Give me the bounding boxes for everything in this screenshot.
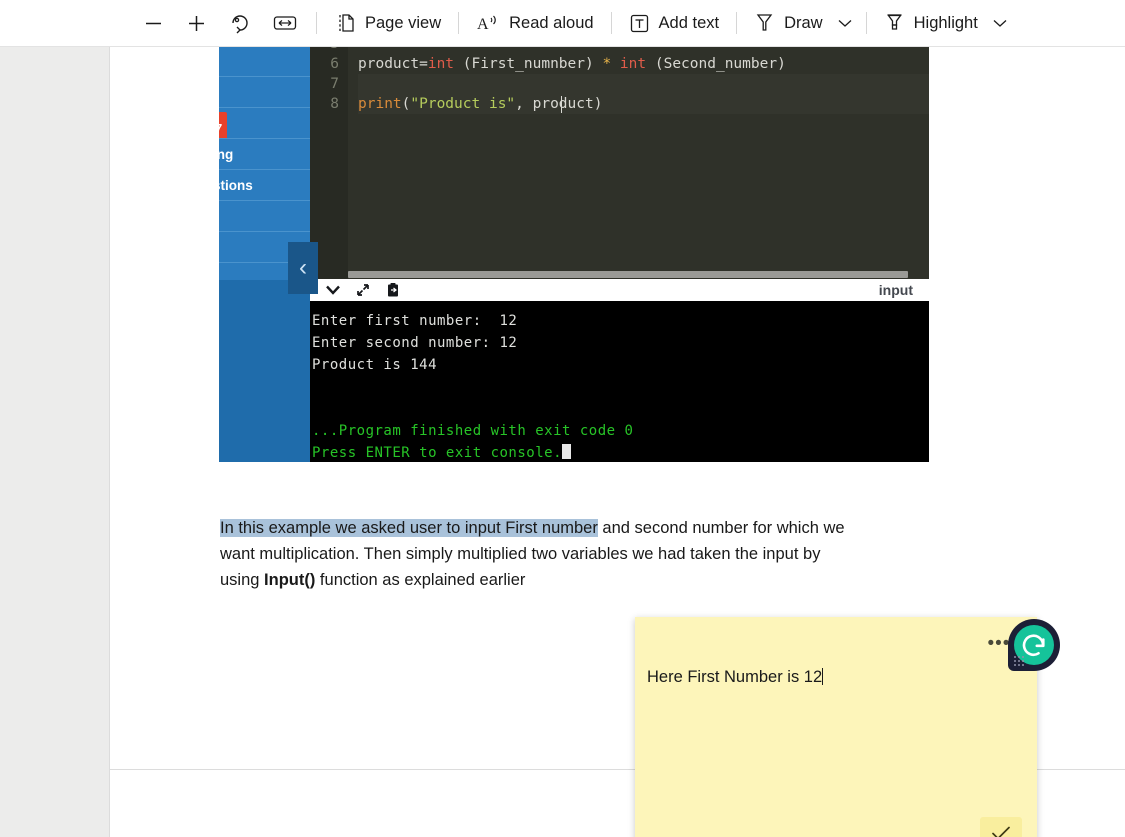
line-number: 5 [310, 47, 348, 54]
sidebar-row [219, 201, 310, 232]
note-text-value: Here First Number is 12 [647, 668, 822, 686]
sidebar-row: stions [219, 170, 310, 201]
sidebar-row: ing [219, 139, 310, 170]
console-input-label: input [879, 282, 921, 298]
console-line [312, 376, 927, 398]
code-line [358, 47, 929, 54]
expand-icon[interactable] [348, 282, 378, 298]
code-token: product= [358, 56, 428, 72]
highlight-button[interactable]: Highlight [875, 5, 987, 41]
code-line [358, 74, 929, 94]
console-line: Press ENTER to exit console. [312, 442, 927, 462]
console-line: Enter first number: 12 [312, 310, 927, 332]
note-confirm-button[interactable] [980, 817, 1022, 837]
read-aloud-label: Read aloud [509, 14, 593, 33]
sticky-note-comment[interactable]: ••• ✕ Here First Number is 12 [635, 617, 1037, 837]
paragraph-bold-term: Input() [264, 571, 315, 589]
grammarly-badge-button[interactable] [1008, 619, 1060, 671]
chevron-down-icon[interactable] [318, 284, 348, 296]
highlighted-text[interactable]: In this example we asked user to input F… [220, 519, 598, 537]
add-text-button[interactable]: Add text [620, 5, 729, 41]
sidebar-badge: 7 [219, 112, 227, 139]
highlight-label: Highlight [914, 14, 978, 33]
zoom-out-button[interactable] [132, 5, 175, 41]
draw-dropdown-caret[interactable] [832, 5, 858, 41]
zoom-in-button[interactable] [175, 5, 218, 41]
toolbar-divider [736, 12, 737, 34]
line-number: 6 [310, 54, 348, 74]
code-line: product=int (First_numnber) * int (Secon… [358, 54, 929, 74]
grammarly-drag-handle-icon[interactable] [1013, 655, 1024, 666]
sidebar-row [219, 77, 310, 108]
sidebar-row-label: ing [219, 147, 233, 162]
code-token: , product) [515, 96, 602, 112]
console-line: Product is 144 [312, 354, 927, 376]
sidebar-collapse-button[interactable]: ‹ [288, 242, 318, 294]
console-cursor [562, 444, 571, 459]
draw-pen-icon [754, 12, 775, 34]
code-editor[interactable]: 3 4 5 6 7 8 First_numnber=input("Enter f… [310, 47, 929, 279]
highlighter-icon [884, 12, 905, 34]
console-line: Enter second number: 12 [312, 332, 927, 354]
code-token: * [602, 56, 611, 72]
page-view-label: Page view [365, 14, 441, 33]
paragraph-line2: want multiplication. Then simply multipl… [220, 545, 798, 563]
paste-icon[interactable] [378, 282, 408, 298]
add-text-icon [629, 13, 650, 34]
editor-text-caret [561, 96, 562, 113]
page-view-icon [334, 12, 356, 34]
chevron-left-icon: ‹ [299, 254, 307, 282]
fit-to-width-button[interactable] [262, 5, 308, 41]
draw-label: Draw [784, 14, 823, 33]
code-token: (First_numnber) [454, 56, 602, 72]
code-token: "Product is" [410, 96, 515, 112]
svg-text:A: A [477, 16, 489, 33]
note-more-options-button[interactable]: ••• [987, 639, 1010, 649]
output-console[interactable]: input Enter first number: 12Enter second… [310, 279, 929, 462]
line-number: 7 [310, 74, 348, 94]
paragraph-line3-post: function as explained earlier [315, 571, 525, 589]
sidebar-row-label: stions [219, 178, 253, 193]
document-viewport[interactable]: ag. share. 7 ing stions ‹ [0, 47, 1125, 837]
toolbar-divider [611, 12, 612, 34]
read-aloud-button[interactable]: A Read aloud [467, 5, 602, 41]
paragraph-rest-line1: and second number for which we [598, 519, 845, 537]
code-token [611, 56, 620, 72]
console-toolbar: input [310, 279, 929, 301]
console-output-text: Enter first number: 12Enter second numbe… [310, 301, 929, 462]
code-token: int [620, 56, 646, 72]
toolbar-divider [866, 12, 867, 34]
sidebar-row: 7 [219, 108, 310, 139]
minus-icon [143, 13, 164, 34]
pdf-toolbar: Page view A Read aloud Add text [0, 0, 1125, 47]
check-icon [990, 825, 1012, 837]
editor-horizontal-scrollbar[interactable] [348, 270, 929, 279]
body-paragraph: In this example we asked user to input F… [220, 515, 860, 593]
fit-width-icon [273, 14, 297, 32]
embedded-screenshot-image: ag. share. 7 ing stions ‹ [219, 47, 929, 462]
plus-icon [186, 13, 207, 34]
page-view-button[interactable]: Page view [325, 5, 450, 41]
code-token: print [358, 96, 402, 112]
console-line: ...Program finished with exit code 0 [312, 420, 927, 442]
sidebar-lower-panel [219, 280, 310, 462]
toolbar-divider [316, 12, 317, 34]
scrollbar-thumb[interactable] [348, 271, 908, 278]
code-token: int [428, 56, 454, 72]
highlight-dropdown-caret[interactable] [987, 5, 1013, 41]
line-number: 8 [310, 94, 348, 114]
add-text-label: Add text [659, 14, 720, 33]
code-token: (Second_number) [646, 56, 786, 72]
code-line: print("Product is", product) [358, 94, 929, 114]
sidebar-row [219, 47, 310, 77]
rotate-icon [229, 12, 251, 34]
draw-button[interactable]: Draw [745, 5, 832, 41]
read-aloud-icon: A [476, 12, 500, 34]
editor-code-area[interactable]: First_numnber=input("Enter first number:… [348, 47, 929, 279]
toolbar-divider [458, 12, 459, 34]
rotate-button[interactable] [218, 5, 262, 41]
note-text-field[interactable]: Here First Number is 12 [647, 665, 1023, 689]
note-text-caret [822, 668, 823, 685]
console-line [312, 398, 927, 420]
